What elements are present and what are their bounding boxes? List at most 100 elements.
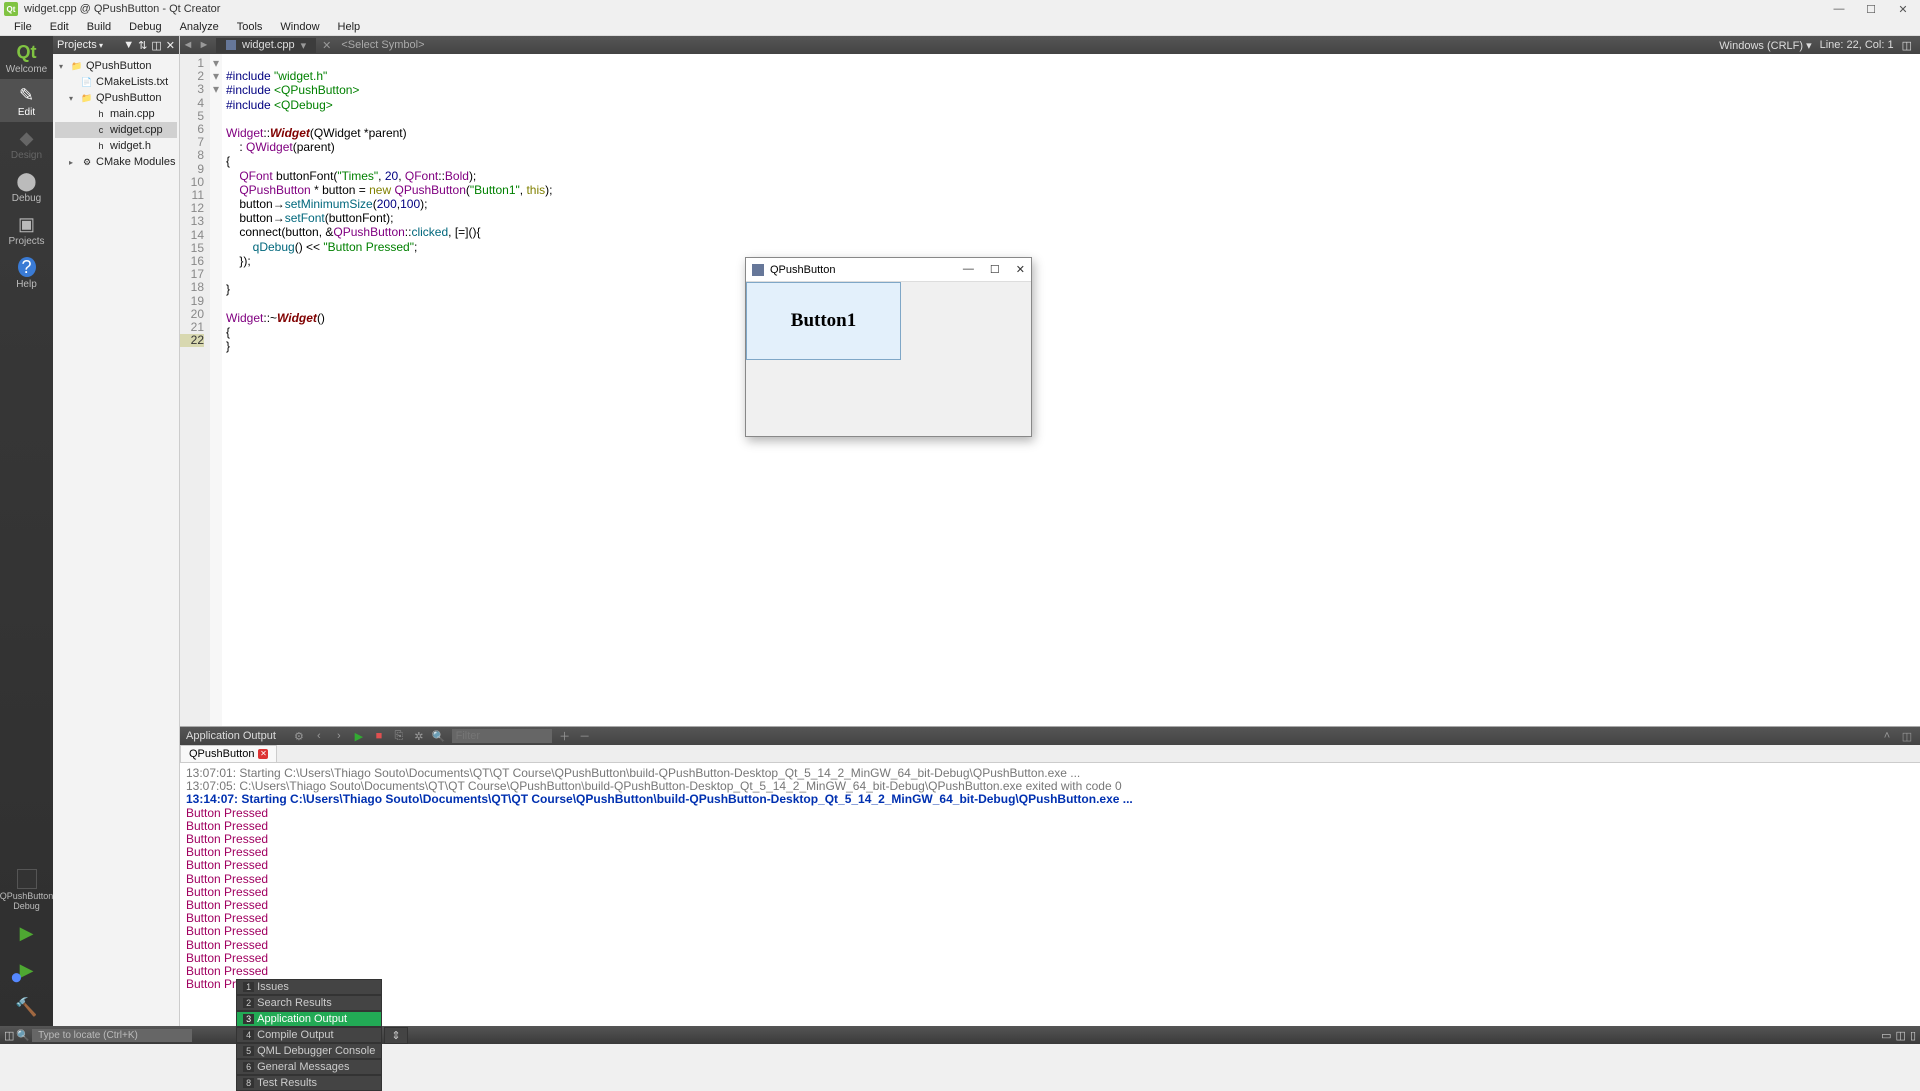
qtcreator-icon: Qt [4,2,18,16]
tree-item-qpushbutton[interactable]: ▾📁QPushButton [55,90,177,106]
maximize-button[interactable]: ☐ [1864,3,1878,16]
filter-icon[interactable]: ▼ [123,39,134,51]
app-close-button[interactable]: ✕ [1016,263,1025,276]
output-text[interactable]: 13:07:01: Starting C:\Users\Thiago Souto… [180,763,1920,1026]
menu-window[interactable]: Window [272,19,327,35]
status-toggle-left-icon[interactable]: ◫ [4,1029,14,1042]
projects-dropdown[interactable]: Projects [57,39,103,51]
menu-analyze[interactable]: Analyze [172,19,227,35]
output-next-icon[interactable]: › [332,730,346,742]
menu-edit[interactable]: Edit [42,19,77,35]
tree-item-qpushbutton[interactable]: ▾📁QPushButton [55,58,177,74]
locator-input[interactable]: Type to locate (Ctrl+K) [32,1029,192,1042]
tree-item-main-cpp[interactable]: hmain.cpp [55,106,177,122]
status-progress-icon[interactable]: ▭ [1881,1029,1891,1042]
output-stop-icon[interactable]: ■ [372,730,386,742]
line-number-gutter[interactable]: 12345678910111213141516171819202122 [180,54,210,726]
status-item-application-output[interactable]: 3Application Output [236,1011,382,1027]
symbol-selector[interactable]: <Select Symbol> [341,39,424,51]
status-item-issues[interactable]: 1Issues [236,979,382,995]
project-sidebar: Projects ▼ ⇅ ◫ ✕ ▾📁QPushButton📄CMakeList… [53,36,180,1026]
window-title: widget.cpp @ QPushButton - Qt Creator [24,3,220,15]
run-button[interactable]: ▶ [20,915,34,952]
output-toolbar: Application Output ⚙ ‹ › ▶ ■ ⎘ ✲ 🔍 ＋ － ˄… [180,727,1920,745]
mode-help[interactable]: ?Help [0,251,53,294]
status-toggle-right-icon[interactable]: ◫ [1896,1029,1906,1042]
status-bar: ◫ 🔍 Type to locate (Ctrl+K) 1Issues2Sear… [0,1026,1920,1044]
mode-edit[interactable]: ✎Edit [0,79,53,122]
mode-design[interactable]: ◆Design [0,122,53,165]
menu-build[interactable]: Build [79,19,119,35]
nav-back-button[interactable]: ◄ [180,39,196,51]
build-button[interactable]: 🔨 [15,989,37,1026]
code-text[interactable]: #include "widget.h" #include <QPushButto… [222,54,1920,726]
mode-welcome[interactable]: QtWelcome [0,36,53,79]
kit-selector[interactable]: QPushButton Debug [0,865,53,915]
output-minus-icon[interactable]: － [578,728,592,744]
projects-icon: ▣ [0,214,53,234]
status-sidebar-icon[interactable]: ▯ [1910,1029,1916,1042]
output-expand-icon[interactable]: ˄ [1880,730,1894,742]
status-item-search-results[interactable]: 2Search Results [236,995,382,1011]
app-window-titlebar[interactable]: QPushButton — ☐ ✕ [746,258,1031,282]
run-debug-button[interactable]: ▶⬤ [20,952,34,989]
output-tab-qpushbutton[interactable]: QPushButton ✕ [180,745,277,762]
design-icon: ◆ [0,128,53,148]
cursor-position[interactable]: Line: 22, Col: 1 [1820,39,1894,51]
fold-column[interactable]: ▾▾▾ [210,54,222,726]
menu-tools[interactable]: Tools [229,19,271,35]
code-editor[interactable]: 12345678910111213141516171819202122 ▾▾▾ … [180,54,1920,726]
running-app-window[interactable]: QPushButton — ☐ ✕ Button1 [745,257,1032,437]
cpp-file-icon [226,40,236,50]
output-attach-icon[interactable]: ⎘ [392,730,406,743]
app-minimize-button[interactable]: — [963,263,974,276]
mode-debug[interactable]: ⬤Debug [0,165,53,208]
help-icon: ? [18,257,36,277]
bug-icon: ⬤ [0,171,53,191]
close-pane-icon[interactable]: ✕ [166,39,175,52]
app-maximize-button[interactable]: ☐ [990,263,1000,276]
menu-file[interactable]: File [6,19,40,35]
minimize-button[interactable]: — [1832,3,1846,16]
output-run-icon[interactable]: ▶ [352,730,366,743]
qt-logo-icon: Qt [0,42,53,62]
editor-split-icon[interactable]: ◫ [1902,39,1912,52]
output-settings-icon[interactable]: ⚙ [292,730,306,743]
monitor-icon [17,869,37,889]
output-add-icon[interactable]: ＋ [558,728,572,744]
editor-tab[interactable]: widget.cpp ▾ [216,38,316,53]
project-toolbar: Projects ▼ ⇅ ◫ ✕ [53,36,179,54]
locator-search-icon: 🔍 [16,1029,30,1042]
project-tree[interactable]: ▾📁QPushButton📄CMakeLists.txt▾📁QPushButto… [53,54,179,1026]
status-item-compile-output[interactable]: 4Compile Output [236,1027,382,1043]
button1[interactable]: Button1 [746,282,901,360]
status-more-icon[interactable]: ⇕ [384,1027,407,1044]
app-window-title: QPushButton [770,264,835,276]
status-item-test-results[interactable]: 8Test Results [236,1075,382,1091]
output-maximize-icon[interactable]: ◫ [1900,730,1914,743]
window-titlebar: Qt widget.cpp @ QPushButton - Qt Creator… [0,0,1920,18]
menu-help[interactable]: Help [330,19,369,35]
nav-forward-button[interactable]: ► [196,39,212,51]
status-item-qml-debugger-console[interactable]: 5QML Debugger Console [236,1043,382,1059]
tree-item-cmakelists-txt[interactable]: 📄CMakeLists.txt [55,74,177,90]
tree-item-widget-cpp[interactable]: cwidget.cpp [55,122,177,138]
output-filter-input[interactable] [452,729,552,743]
close-button[interactable]: ✕ [1896,3,1910,16]
tree-item-widget-h[interactable]: hwidget.h [55,138,177,154]
output-gear-icon[interactable]: ✲ [412,730,426,743]
menu-debug[interactable]: Debug [121,19,169,35]
output-tab-close-icon[interactable]: ✕ [258,749,268,759]
status-item-general-messages[interactable]: 6General Messages [236,1059,382,1075]
sync-icon[interactable]: ⇅ [138,39,147,52]
mode-sidebar: QtWelcome ✎Edit ◆Design ⬤Debug ▣Projects… [0,36,53,1026]
output-title: Application Output [186,730,286,742]
tab-close-icon[interactable]: ✕ [322,39,331,52]
editor-area: ◄ ► widget.cpp ▾ ✕ <Select Symbol> Windo… [180,36,1920,1026]
mode-projects[interactable]: ▣Projects [0,208,53,251]
split-icon[interactable]: ◫ [151,39,161,52]
edit-icon: ✎ [0,85,53,105]
encoding-label[interactable]: Windows (CRLF) ▾ [1719,39,1811,52]
tree-item-cmake-modules[interactable]: ▸⚙CMake Modules [55,154,177,170]
output-prev-icon[interactable]: ‹ [312,730,326,742]
